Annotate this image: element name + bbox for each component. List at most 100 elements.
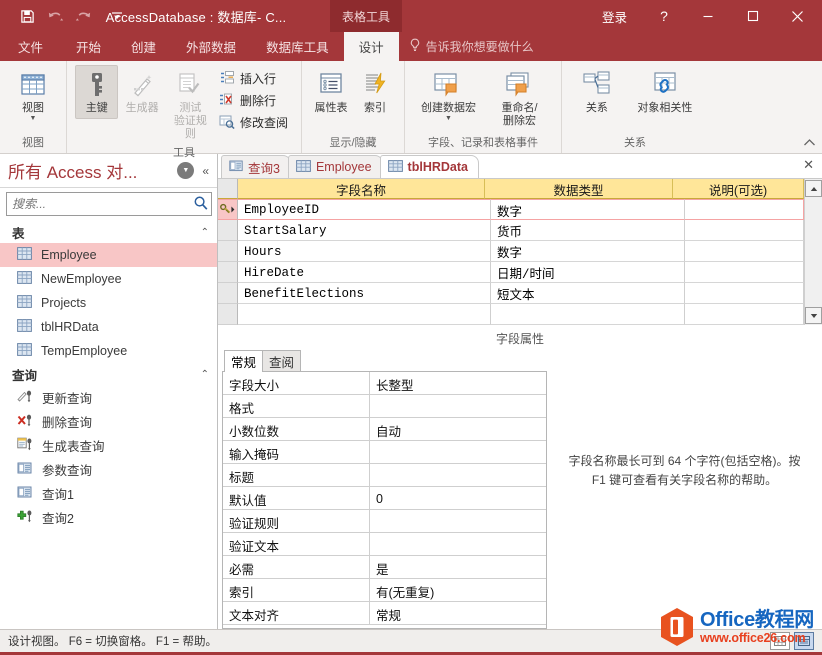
nav-item-query1[interactable]: 查询1 (0, 481, 217, 505)
property-row[interactable]: 小数位数 自动 (223, 418, 546, 441)
maximize-button[interactable] (730, 0, 775, 32)
delete-row-button[interactable]: 删除行 (217, 90, 293, 111)
close-button[interactable] (775, 0, 820, 32)
row-selector[interactable] (218, 304, 238, 325)
search-icon[interactable] (193, 195, 209, 214)
row-selector[interactable] (218, 241, 238, 262)
scroll-up-icon[interactable] (805, 180, 822, 197)
datasheet-view-icon[interactable] (770, 632, 790, 650)
row-selector[interactable] (218, 283, 238, 304)
object-dependencies-button[interactable]: 对象相关性 (630, 65, 700, 119)
navigation-group-tables[interactable]: 表 ⌃ (0, 221, 217, 243)
chevron-down-icon[interactable]: ▼ (30, 115, 37, 122)
column-header-description[interactable]: 说明(可选) (673, 179, 804, 199)
cell-data-type[interactable]: 短文本 (491, 283, 685, 304)
nav-item-tempemployee[interactable]: TempEmployee (0, 339, 217, 363)
cell-field-name[interactable]: HireDate (238, 262, 491, 283)
cell-data-type[interactable]: 数字 (491, 241, 685, 262)
indexes-button[interactable]: 索引 (354, 65, 396, 119)
cell-field-name[interactable]: StartSalary (238, 220, 491, 241)
property-value[interactable] (370, 441, 546, 463)
column-header-data-type[interactable]: 数据类型 (485, 179, 673, 199)
cell-field-name[interactable]: Hours (238, 241, 491, 262)
signin-button[interactable]: 登录 (586, 0, 643, 32)
cell-description[interactable] (685, 283, 804, 304)
row-selector-primary-key[interactable] (218, 199, 238, 220)
property-value[interactable]: 长整型 (370, 372, 546, 394)
rename-delete-macro-button[interactable]: 重命名/删除宏 (486, 65, 553, 132)
nav-item-newemployee[interactable]: NewEmployee (0, 267, 217, 291)
create-data-macro-button[interactable]: 创建数据宏 ▼ (413, 65, 484, 126)
cell-data-type[interactable]: 货币 (491, 220, 685, 241)
nav-item-make-table-query[interactable]: 生成表查询 (0, 433, 217, 457)
cell-description[interactable] (685, 241, 804, 262)
property-row[interactable]: 标题 (223, 464, 546, 487)
collapse-navigation-pane-icon[interactable]: « (198, 164, 213, 178)
search-input[interactable] (12, 197, 193, 211)
property-value[interactable]: 0 (370, 487, 546, 509)
minimize-button[interactable] (685, 0, 730, 32)
table-row[interactable]: Hours 数字 (218, 241, 804, 262)
primary-key-button[interactable]: 主键 (75, 65, 119, 119)
save-icon[interactable] (14, 4, 40, 28)
relationships-button[interactable]: 关系 (570, 65, 624, 119)
nav-item-delete-query[interactable]: 删除查询 (0, 409, 217, 433)
column-header-field-name[interactable]: 字段名称 (238, 179, 485, 199)
document-tab-query3[interactable]: 查询3 (221, 155, 291, 178)
property-value[interactable] (370, 510, 546, 532)
ribbon-tab-design[interactable]: 设计 (343, 32, 399, 61)
cell-data-type[interactable]: 日期/时间 (491, 262, 685, 283)
insert-row-button[interactable]: 插入行 (217, 68, 293, 89)
ribbon-tab-file[interactable]: 文件 (0, 32, 61, 61)
ribbon-tab-home[interactable]: 开始 (61, 32, 116, 61)
property-value[interactable]: 是 (370, 556, 546, 578)
chevron-down-icon[interactable]: ▼ (445, 115, 452, 122)
document-tab-employee[interactable]: Employee (287, 155, 383, 178)
property-value[interactable] (370, 533, 546, 555)
nav-item-query2[interactable]: 查询2 (0, 505, 217, 529)
close-document-icon[interactable]: ✕ (803, 157, 822, 175)
table-row[interactable]: BenefitElections 短文本 (218, 283, 804, 304)
tab-lookup[interactable]: 查阅 (262, 350, 302, 372)
property-row[interactable]: 格式 (223, 395, 546, 418)
property-row[interactable]: 索引 有(无重复) (223, 579, 546, 602)
tab-general[interactable]: 常规 (224, 350, 264, 372)
cell-field-name[interactable]: EmployeeID (238, 199, 491, 220)
property-row[interactable]: 必需 是 (223, 556, 546, 579)
cell-description[interactable] (685, 304, 804, 325)
navigation-group-queries[interactable]: 查询 ⌃ (0, 363, 217, 385)
table-row-blank[interactable] (218, 304, 804, 325)
table-row[interactable]: StartSalary 货币 (218, 220, 804, 241)
property-row[interactable]: 验证规则 (223, 510, 546, 533)
property-row[interactable]: 默认值 0 (223, 487, 546, 510)
property-row[interactable]: 输入掩码 (223, 441, 546, 464)
property-row[interactable]: 文本对齐 常规 (223, 602, 546, 625)
customize-qat-icon[interactable] (104, 4, 130, 28)
document-tab-tblhrdata[interactable]: tblHRData (379, 155, 479, 178)
row-selector[interactable] (218, 262, 238, 283)
property-value[interactable] (370, 395, 546, 417)
table-row[interactable]: EmployeeID 数字 (218, 199, 804, 220)
nav-item-projects[interactable]: Projects (0, 291, 217, 315)
property-value[interactable]: 自动 (370, 418, 546, 440)
chevron-up-icon[interactable]: ⌃ (201, 227, 209, 238)
navigation-pane-dropdown-icon[interactable]: ▼ (177, 162, 195, 179)
property-row[interactable]: 字段大小 长整型 (223, 372, 546, 395)
row-selector[interactable] (218, 220, 238, 241)
tell-me-box[interactable]: 告诉我你想要做什么 (399, 32, 544, 61)
scroll-down-icon[interactable] (805, 307, 822, 324)
ribbon-tab-create[interactable]: 创建 (116, 32, 171, 61)
property-value[interactable]: 常规 (370, 602, 546, 624)
property-value[interactable] (370, 464, 546, 486)
view-button[interactable]: 视图 ▼ (8, 65, 58, 126)
ribbon-tab-external-data[interactable]: 外部数据 (171, 32, 251, 61)
cell-field-name[interactable] (238, 304, 491, 325)
redo-icon[interactable] (70, 4, 96, 28)
nav-item-update-query[interactable]: 更新查询 (0, 385, 217, 409)
cell-description[interactable] (685, 262, 804, 283)
chevron-up-icon[interactable]: ⌃ (201, 369, 209, 380)
nav-item-employee[interactable]: Employee (0, 243, 217, 267)
cell-data-type[interactable] (491, 304, 685, 325)
cell-field-name[interactable]: BenefitElections (238, 283, 491, 304)
undo-icon[interactable] (42, 4, 68, 28)
